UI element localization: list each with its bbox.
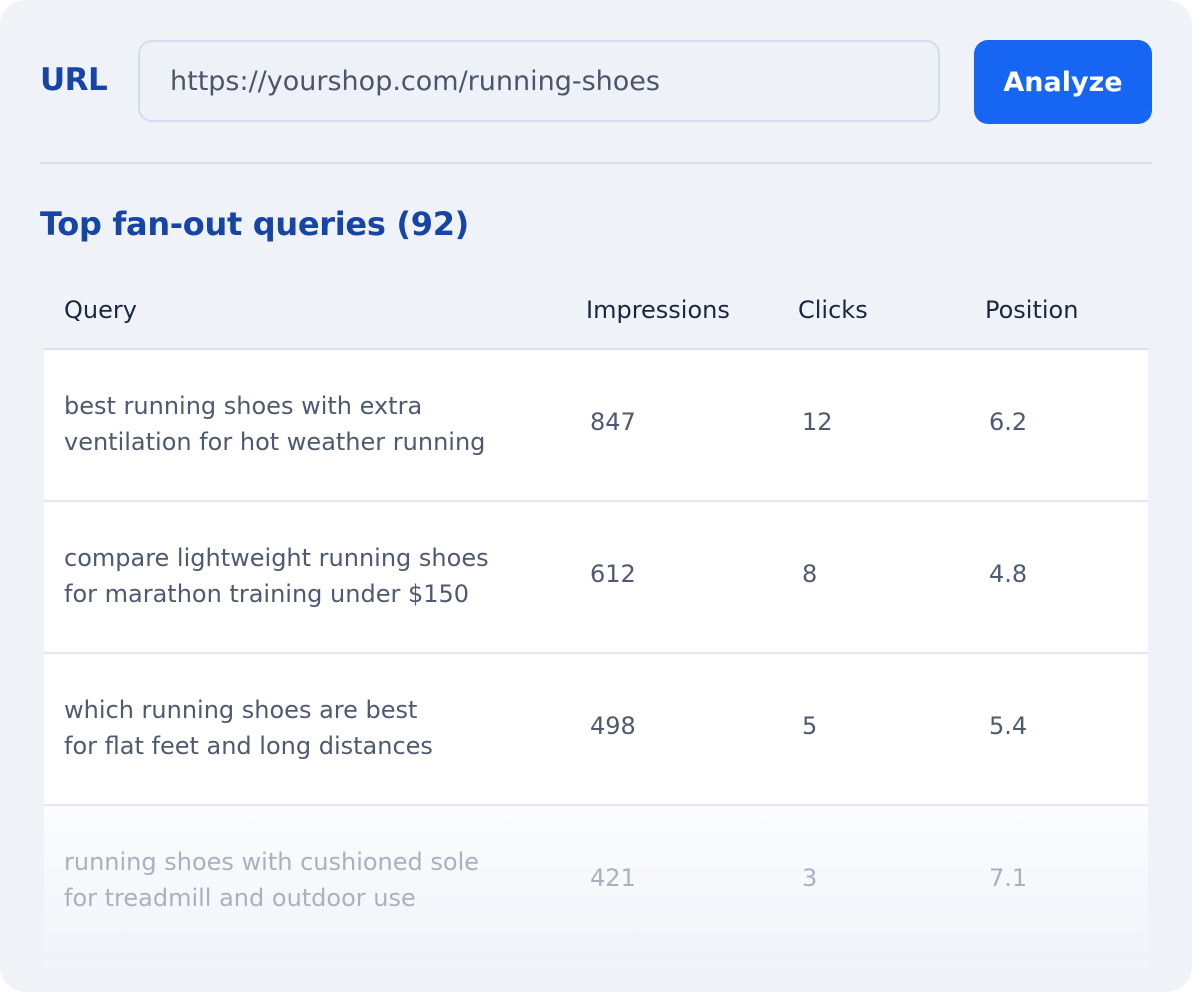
query-line: running shoes with cushioned sole <box>64 848 480 876</box>
impressions-cell: 421 <box>590 864 636 892</box>
divider <box>40 162 1152 164</box>
position-cell: 6.2 <box>989 408 1028 436</box>
table-row[interactable]: which running shoes are best for flat fe… <box>44 654 1148 806</box>
url-input[interactable] <box>138 40 940 122</box>
impressions-cell: 498 <box>590 712 636 740</box>
table-body: best running shoes with extra ventilatio… <box>44 350 1148 992</box>
column-header-position[interactable]: Position <box>985 296 1078 324</box>
query-line: for treadmill and outdoor use <box>64 884 416 912</box>
query-line: compare lightweight running shoes <box>64 544 489 572</box>
query-line: for flat feet and long distances <box>64 732 433 760</box>
query-cell: running shoes with cushioned sole for tr… <box>64 844 534 916</box>
query-line: for marathon training under $150 <box>64 580 470 608</box>
analyzer-card: URL Analyze Top fan-out queries (92) Que… <box>0 0 1192 992</box>
query-cell: best running shoes with extra ventilatio… <box>64 388 534 460</box>
column-header-query[interactable]: Query <box>64 296 137 324</box>
position-cell: 5.4 <box>989 712 1028 740</box>
column-header-impressions[interactable]: Impressions <box>586 296 730 324</box>
query-cell: which running shoes are best for flat fe… <box>64 692 534 764</box>
query-line: ventilation for hot weather running <box>64 428 486 456</box>
table-row[interactable]: best running shoes with extra ventilatio… <box>44 350 1148 502</box>
query-cell: compare lightweight running shoes for ma… <box>64 540 534 612</box>
query-line: which running shoes are best <box>64 696 418 724</box>
position-cell: 4.8 <box>989 560 1028 588</box>
clicks-cell: 5 <box>802 712 818 740</box>
table-row[interactable]: compare lightweight running shoes for ma… <box>44 502 1148 654</box>
analyze-button[interactable]: Analyze <box>974 40 1152 124</box>
table-header: Query Impressions Clicks Position <box>44 272 1148 350</box>
query-line: best running shoes with extra <box>64 392 423 420</box>
url-label: URL <box>40 62 108 98</box>
position-cell: 7.1 <box>989 864 1028 892</box>
fade-overlay <box>44 958 1148 992</box>
table-row[interactable]: running shoes with cushioned sole for tr… <box>44 806 1148 958</box>
clicks-cell: 3 <box>802 864 818 892</box>
section-title: Top fan-out queries (92) <box>40 205 470 243</box>
clicks-cell: 12 <box>802 408 833 436</box>
column-header-clicks[interactable]: Clicks <box>798 296 868 324</box>
impressions-cell: 847 <box>590 408 636 436</box>
clicks-cell: 8 <box>802 560 818 588</box>
queries-table: Query Impressions Clicks Position best r… <box>44 272 1148 992</box>
impressions-cell: 612 <box>590 560 636 588</box>
